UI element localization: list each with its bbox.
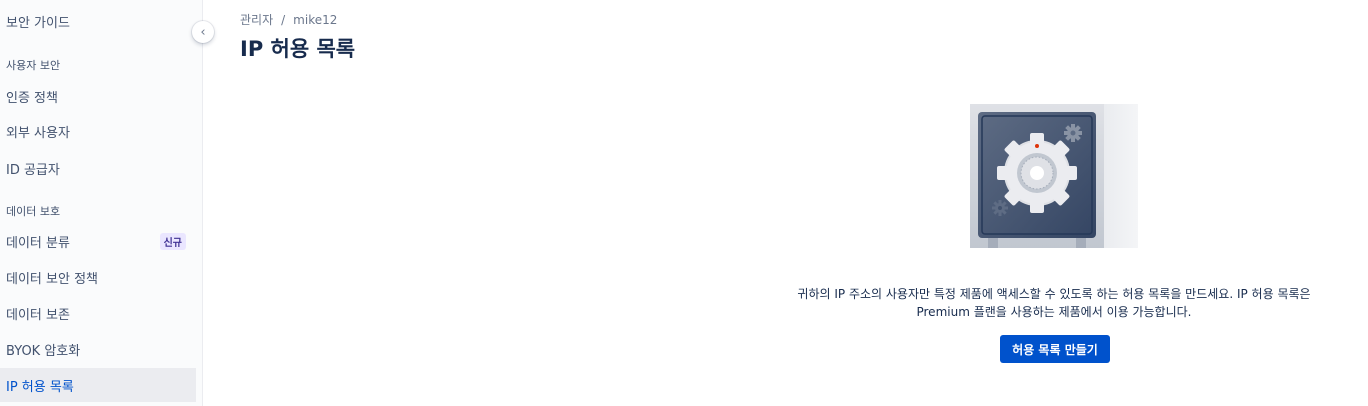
description-line-2: Premium 플랜을 사용하는 제품에서 이용 가능합니다. — [916, 305, 1192, 319]
new-badge: 신규 — [159, 232, 186, 250]
sidebar-item-ip-allowlist[interactable]: IP 허용 목록 — [0, 368, 196, 402]
sidebar-item-label: 외부 사용자 — [6, 125, 70, 141]
section-title-data-protection: 데이터 보호 — [6, 205, 61, 218]
breadcrumb: 관리자 / mike12 — [240, 11, 337, 28]
sidebar-item-label: 인증 정책 — [6, 90, 58, 106]
sidebar: 보안 가이드 사용자 보안 인증 정책 외부 사용자 ID 공급자 데이터 보호… — [0, 0, 203, 406]
page-title: IP 허용 목록 — [240, 37, 356, 61]
safe-illustration — [966, 100, 1142, 254]
sidebar-item-data-retention[interactable]: 데이터 보존 — [0, 296, 196, 330]
sidebar-item-label: IP 허용 목록 — [6, 379, 74, 395]
sidebar-item-label: 보안 가이드 — [6, 15, 70, 31]
sidebar-item-label: 데이터 보안 정책 — [6, 271, 98, 287]
sidebar-item-label: ID 공급자 — [6, 162, 60, 178]
sidebar-item-byok-encryption[interactable]: BYOK 암호화 — [0, 332, 196, 366]
empty-state-description: 귀하의 IP 주소의 사용자만 특정 제품에 액세스할 수 있도록 하는 허용 … — [700, 285, 1368, 321]
breadcrumb-separator: / — [281, 13, 286, 27]
sidebar-item-label: 데이터 분류 — [6, 235, 70, 251]
create-allowlist-button[interactable]: 허용 목록 만들기 — [1000, 335, 1110, 363]
section-title-user-security: 사용자 보안 — [6, 59, 61, 72]
sidebar-item-data-classification[interactable]: 데이터 분류 신규 — [0, 224, 196, 258]
sidebar-item-label: 데이터 보존 — [6, 307, 70, 323]
chevron-left-icon: ‹ — [200, 24, 206, 40]
sidebar-item-data-security-policy[interactable]: 데이터 보안 정책 — [0, 260, 196, 294]
safe-icon — [970, 104, 1138, 248]
sidebar-item-auth-policy[interactable]: 인증 정책 — [0, 79, 196, 113]
sidebar-item-external-users[interactable]: 외부 사용자 — [0, 114, 196, 148]
description-line-1: 귀하의 IP 주소의 사용자만 특정 제품에 액세스할 수 있도록 하는 허용 … — [797, 287, 1311, 301]
collapse-sidebar-button[interactable]: ‹ — [192, 21, 214, 43]
sidebar-item-identity-provider[interactable]: ID 공급자 — [0, 151, 196, 185]
sidebar-item-security-guide[interactable]: 보안 가이드 — [0, 4, 196, 38]
breadcrumb-admin[interactable]: 관리자 — [240, 13, 273, 27]
sidebar-item-label: BYOK 암호화 — [6, 343, 81, 359]
breadcrumb-org[interactable]: mike12 — [293, 13, 337, 27]
